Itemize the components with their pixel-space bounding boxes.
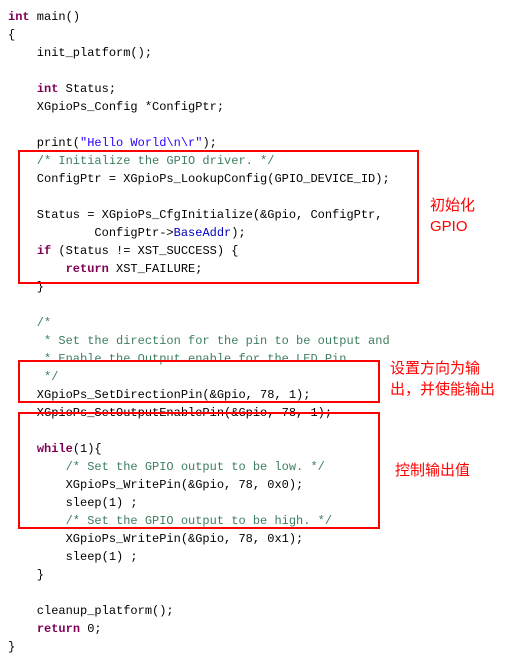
- annotation-init-l2: GPIO: [430, 218, 468, 235]
- call-lookupconfig: ConfigPtr = XGpioPs_LookupConfig(GPIO_DE…: [8, 172, 390, 186]
- while-cond: (1){: [73, 442, 102, 456]
- kw-int: int: [8, 10, 30, 24]
- return-fail: XST_FAILURE;: [109, 262, 203, 276]
- comment-dir-4: */: [8, 370, 58, 384]
- if-cond: (Status != XST_SUCCESS) {: [51, 244, 238, 258]
- kw-while: while: [37, 442, 73, 456]
- annotation-direction-l1: 设置方向为输: [390, 360, 480, 377]
- comment-low: /* Set the GPIO output to be low. */: [8, 460, 325, 474]
- brace-close: }: [8, 640, 15, 654]
- call-write-low: XGpioPs_WritePin(&Gpio, 78, 0x0);: [8, 478, 303, 492]
- annotation-init-l1: 初始化: [430, 197, 475, 214]
- field-baseaddr: BaseAddr: [174, 226, 232, 240]
- fn-main: main(): [30, 10, 80, 24]
- indent: [8, 262, 66, 276]
- annotation-loop-text: 控制输出值: [395, 462, 470, 479]
- call-write-high: XGpioPs_WritePin(&Gpio, 78, 0x1);: [8, 532, 303, 546]
- call-cfginit-c: );: [231, 226, 245, 240]
- brace-open: {: [8, 28, 15, 42]
- indent: [8, 442, 37, 456]
- call-print-c: );: [202, 136, 216, 150]
- kw-return: return: [66, 262, 109, 276]
- decl-status: Status;: [58, 82, 116, 96]
- return-zero: 0;: [80, 622, 102, 636]
- call-cfginit-a: ConfigPtr->: [8, 226, 174, 240]
- call-cfginit: Status = XGpioPs_CfgInitialize(&Gpio, Co…: [8, 208, 382, 222]
- comment-dir-1: /*: [8, 316, 51, 330]
- kw-if: if: [37, 244, 51, 258]
- indent: [8, 622, 37, 636]
- annotation-loop: 控制输出值: [395, 460, 470, 481]
- kw-return: return: [37, 622, 80, 636]
- call-setoutput: XGpioPs_SetOutputEnablePin(&Gpio, 78, 1)…: [8, 406, 332, 420]
- call-print-a: print(: [8, 136, 80, 150]
- call-sleep-2: sleep(1) ;: [8, 550, 138, 564]
- call-cleanup: cleanup_platform();: [8, 604, 174, 618]
- comment-dir-3: * Enable the Output enable for the LED P…: [8, 352, 354, 366]
- kw-int: int: [37, 82, 59, 96]
- brace-close: }: [8, 280, 44, 294]
- comment-dir-2: * Set the direction for the pin to be ou…: [8, 334, 390, 348]
- comment-high: /* Set the GPIO output to be high. */: [8, 514, 332, 528]
- annotation-direction: 设置方向为输 出，并使能输出: [390, 358, 495, 400]
- annotation-init: 初始化 GPIO: [430, 195, 475, 237]
- comment-init: /* Initialize the GPIO driver. */: [8, 154, 274, 168]
- annotation-direction-l2: 出，并使能输出: [390, 381, 495, 398]
- call-sleep-1: sleep(1) ;: [8, 496, 138, 510]
- code-block: int main() { init_platform(); int Status…: [8, 8, 521, 656]
- decl-configptr: XGpioPs_Config *ConfigPtr;: [8, 100, 224, 114]
- call-init-platform: init_platform();: [8, 46, 152, 60]
- indent: [8, 82, 37, 96]
- str-hello: "Hello World\n\r": [80, 136, 202, 150]
- brace-close: }: [8, 568, 44, 582]
- call-setdir: XGpioPs_SetDirectionPin(&Gpio, 78, 1);: [8, 388, 310, 402]
- indent: [8, 244, 37, 258]
